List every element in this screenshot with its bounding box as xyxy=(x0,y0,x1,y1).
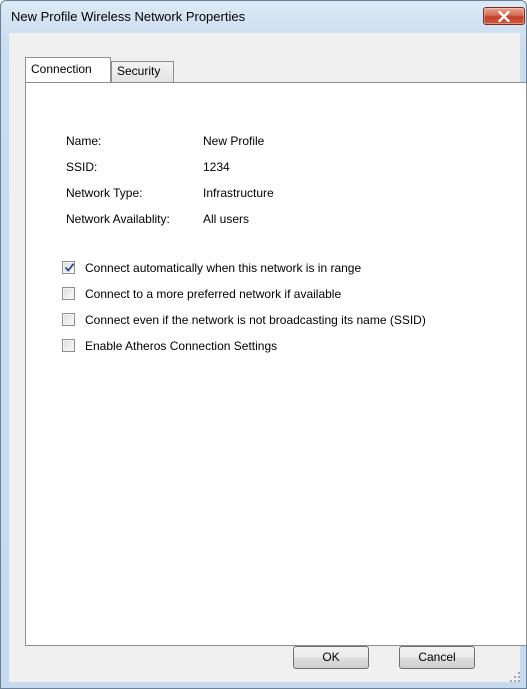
ssid-label: SSID: xyxy=(66,160,98,174)
hidden-ssid-checkbox[interactable] xyxy=(62,313,75,326)
network-type-label: Network Type: xyxy=(66,186,143,200)
resize-grip-icon[interactable] xyxy=(509,671,521,683)
network-type-value: Infrastructure xyxy=(203,186,274,200)
network-availability-label: Network Availablity: xyxy=(66,212,170,226)
cancel-button[interactable]: Cancel xyxy=(399,646,475,669)
checkmark-icon xyxy=(64,263,75,272)
atheros-settings-checkbox[interactable] xyxy=(62,339,75,352)
ok-button[interactable]: OK xyxy=(293,646,369,669)
auto-connect-checkbox[interactable] xyxy=(62,261,75,274)
close-icon xyxy=(498,11,510,22)
window-title: New Profile Wireless Network Properties xyxy=(11,9,246,24)
preferred-network-label[interactable]: Connect to a more preferred network if a… xyxy=(85,286,341,302)
network-availability-value: All users xyxy=(203,212,250,226)
auto-connect-label[interactable]: Connect automatically when this network … xyxy=(85,260,361,276)
dialog-client-area: Connection Security Name: New Profile SS… xyxy=(9,33,527,682)
name-value: New Profile xyxy=(203,134,265,148)
tab-strip: Connection Security xyxy=(23,57,223,83)
preferred-network-checkbox[interactable] xyxy=(62,287,75,300)
connection-panel: Name: New Profile SSID: 1234 Network Typ… xyxy=(25,82,527,646)
ssid-value: 1234 xyxy=(203,160,230,174)
name-label: Name: xyxy=(66,134,102,148)
title-bar[interactable]: New Profile Wireless Network Properties xyxy=(1,1,526,33)
hidden-ssid-label[interactable]: Connect even if the network is not broad… xyxy=(85,312,426,328)
tab-connection[interactable]: Connection xyxy=(25,57,111,82)
close-button[interactable] xyxy=(483,7,525,25)
dialog-window: New Profile Wireless Network Properties … xyxy=(0,0,527,689)
tab-security[interactable]: Security xyxy=(111,61,174,82)
atheros-settings-label[interactable]: Enable Atheros Connection Settings xyxy=(85,338,277,354)
